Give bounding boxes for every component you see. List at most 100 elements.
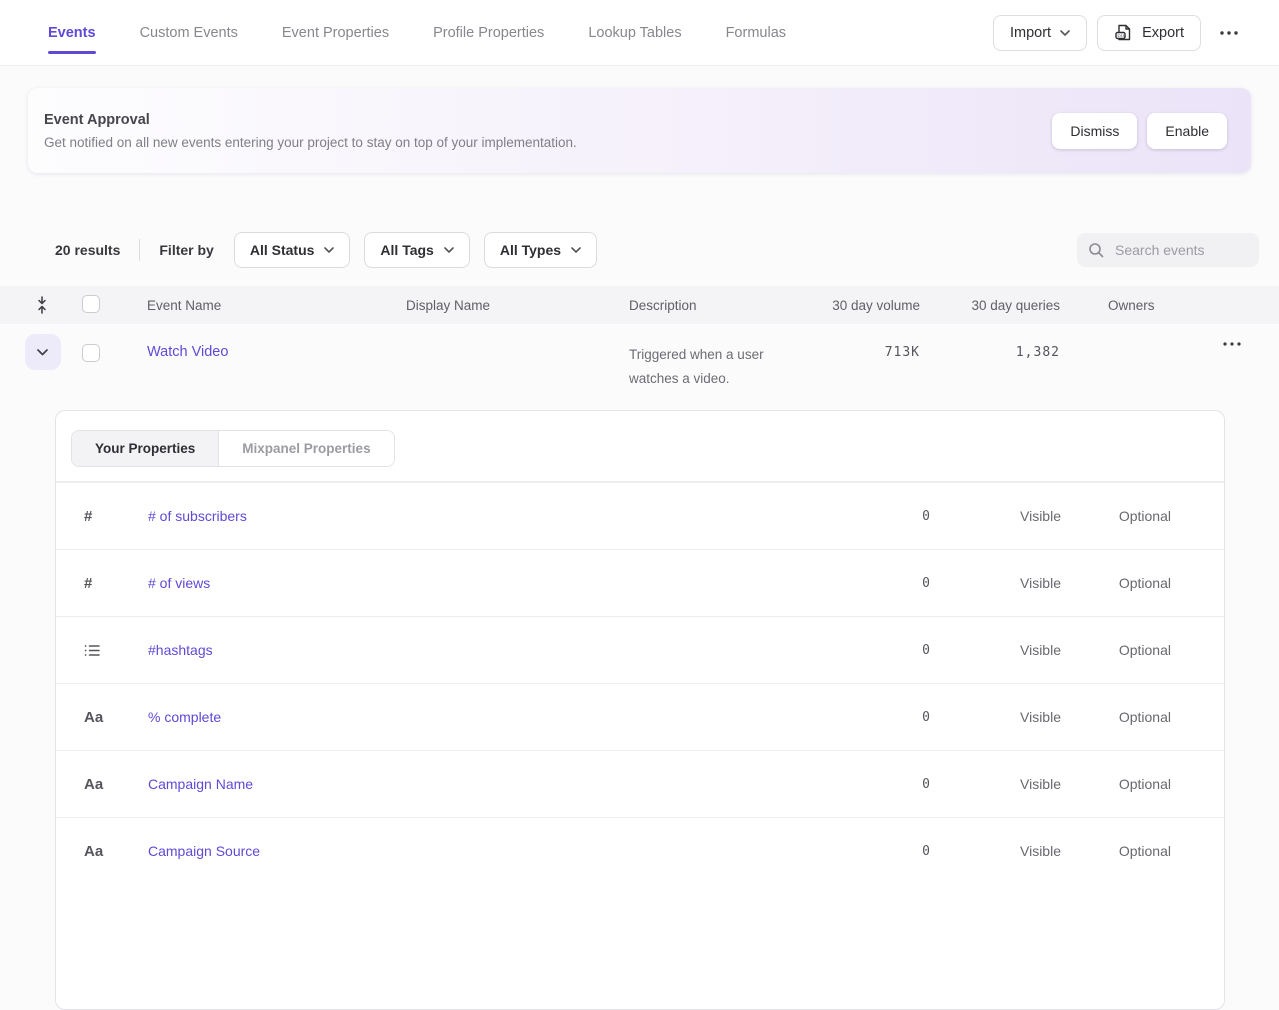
types-filter-dropdown[interactable]: All Types (484, 232, 597, 268)
property-row: Aa Campaign Source 0 Visible Optional (56, 817, 1224, 884)
column-header-description[interactable]: Description (629, 298, 821, 313)
ellipsis-icon (1223, 342, 1241, 346)
text-type-icon: Aa (84, 776, 148, 793)
banner-title: Event Approval (44, 112, 577, 128)
nav-tabs: Events Custom Events Event Properties Pr… (48, 0, 786, 65)
more-options-button[interactable] (1211, 23, 1247, 43)
collapse-row-button[interactable] (25, 334, 61, 370)
status-filter-label: All Status (250, 242, 315, 258)
tab-profile-properties[interactable]: Profile Properties (433, 0, 544, 65)
event-description: Triggered when a user watches a video. (629, 343, 781, 391)
tab-formulas[interactable]: Formulas (726, 0, 786, 65)
search-events-box (1077, 233, 1259, 267)
results-count: 20 results (55, 242, 120, 258)
divider (139, 239, 140, 261)
top-navigation: Events Custom Events Event Properties Pr… (0, 0, 1279, 66)
dismiss-button[interactable]: Dismiss (1052, 113, 1137, 149)
property-visibility: Visible (931, 709, 1061, 725)
column-header-queries[interactable]: 30 day queries (920, 298, 1060, 313)
csv-file-icon: csv (1114, 23, 1133, 42)
export-button[interactable]: csv Export (1097, 15, 1201, 51)
import-button[interactable]: Import (993, 15, 1087, 51)
event-approval-banner: Event Approval Get notified on all new e… (28, 88, 1251, 173)
property-visibility: Visible (931, 843, 1061, 859)
property-row: #hashtags 0 Visible Optional (56, 616, 1224, 683)
property-visibility: Visible (931, 508, 1061, 524)
types-filter-label: All Types (500, 242, 561, 258)
event-name-link[interactable]: Watch Video (147, 344, 228, 360)
property-requirement: Optional (1061, 642, 1171, 658)
property-requirement: Optional (1061, 575, 1171, 591)
banner-actions: Dismiss Enable (1052, 113, 1227, 149)
property-row: Aa Campaign Name 0 Visible Optional (56, 750, 1224, 817)
collapse-all-icon (35, 296, 49, 314)
search-icon (1088, 242, 1104, 258)
property-requirement: Optional (1061, 709, 1171, 725)
event-properties-panel: Your Properties Mixpanel Properties # # … (55, 410, 1225, 1010)
chevron-down-icon (1060, 30, 1070, 36)
property-row: # # of views 0 Visible Optional (56, 549, 1224, 616)
svg-text:csv: csv (1117, 34, 1126, 39)
property-count: 0 (821, 710, 931, 725)
tab-your-properties[interactable]: Your Properties (72, 431, 219, 466)
column-header-owners[interactable]: Owners (1060, 298, 1190, 313)
property-count: 0 (821, 643, 931, 658)
number-type-icon: # (84, 508, 148, 525)
column-header-volume[interactable]: 30 day volume (821, 298, 920, 313)
properties-tab-switcher: Your Properties Mixpanel Properties (71, 430, 395, 467)
number-type-icon: # (84, 575, 148, 592)
event-30day-volume: 713K (821, 345, 920, 360)
property-count: 0 (821, 509, 931, 524)
tab-event-properties[interactable]: Event Properties (282, 0, 389, 65)
property-name-link[interactable]: Campaign Source (148, 843, 821, 859)
filter-bar: 20 results Filter by All Status All Tags… (55, 232, 1259, 268)
property-visibility: Visible (931, 642, 1061, 658)
list-type-icon (84, 644, 148, 657)
tab-events[interactable]: Events (48, 0, 96, 65)
status-filter-dropdown[interactable]: All Status (234, 232, 351, 268)
table-row-watch-video: Watch Video Triggered when a user watche… (0, 324, 1279, 404)
property-count: 0 (821, 777, 931, 792)
row-checkbox[interactable] (82, 344, 100, 362)
ellipsis-icon (1219, 31, 1239, 35)
nav-actions: Import csv Export (993, 0, 1247, 65)
property-count: 0 (821, 844, 931, 859)
tab-lookup-tables[interactable]: Lookup Tables (588, 0, 681, 65)
tags-filter-dropdown[interactable]: All Tags (364, 232, 469, 268)
properties-tabs-row: Your Properties Mixpanel Properties (56, 411, 1224, 482)
import-button-label: Import (1010, 25, 1051, 41)
banner-description: Get notified on all new events entering … (44, 135, 577, 150)
property-name-link[interactable]: #hashtags (148, 642, 821, 658)
property-count: 0 (821, 576, 931, 591)
property-name-link[interactable]: # of views (148, 575, 821, 591)
chevron-down-icon (571, 247, 581, 253)
row-more-options-button[interactable] (1215, 334, 1249, 354)
chevron-down-icon (444, 247, 454, 253)
property-requirement: Optional (1061, 776, 1171, 792)
search-events-input[interactable] (1113, 241, 1248, 259)
banner-text: Event Approval Get notified on all new e… (44, 112, 577, 150)
events-table-header: Event Name Display Name Description 30 d… (0, 286, 1279, 324)
event-30day-queries: 1,382 (920, 345, 1060, 360)
property-visibility: Visible (931, 776, 1061, 792)
tab-mixpanel-properties[interactable]: Mixpanel Properties (219, 431, 393, 466)
filter-by-label: Filter by (159, 242, 213, 258)
property-name-link[interactable]: Campaign Name (148, 776, 821, 792)
enable-button[interactable]: Enable (1147, 113, 1227, 149)
property-requirement: Optional (1061, 508, 1171, 524)
text-type-icon: Aa (84, 709, 148, 726)
chevron-down-icon (37, 349, 48, 356)
collapse-all-button[interactable] (16, 296, 68, 314)
column-header-display-name[interactable]: Display Name (406, 298, 629, 313)
property-name-link[interactable]: # of subscribers (148, 508, 821, 524)
tags-filter-label: All Tags (380, 242, 433, 258)
select-all-checkbox[interactable] (82, 295, 100, 313)
text-type-icon: Aa (84, 843, 148, 860)
column-header-event-name[interactable]: Event Name (131, 298, 406, 313)
tab-custom-events[interactable]: Custom Events (140, 0, 238, 65)
property-name-link[interactable]: % complete (148, 709, 821, 725)
property-visibility: Visible (931, 575, 1061, 591)
chevron-down-icon (324, 247, 334, 253)
property-row: Aa % complete 0 Visible Optional (56, 683, 1224, 750)
filter-dropdowns: All Status All Tags All Types (234, 232, 597, 268)
